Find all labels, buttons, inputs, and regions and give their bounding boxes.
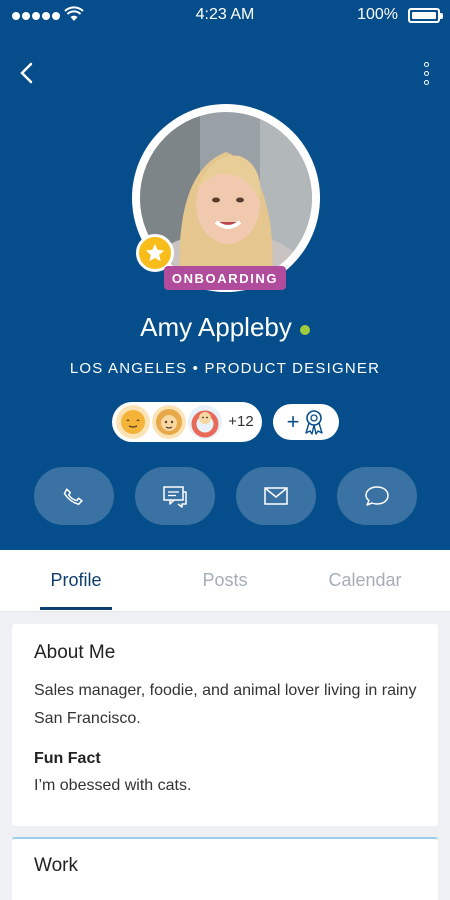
- lifebuoy-badge-icon: [188, 405, 222, 439]
- chevron-left-icon: [20, 62, 33, 84]
- star-icon: [145, 243, 165, 262]
- message-button[interactable]: [135, 467, 215, 525]
- emoji-badge-icon: [116, 405, 150, 439]
- tab-posts[interactable]: Posts: [190, 550, 260, 612]
- email-button[interactable]: [236, 467, 316, 525]
- badge-avatar: [116, 405, 150, 439]
- profile-tabs: Profile Posts Calendar: [0, 550, 450, 612]
- profile-name-row: Amy Appleby: [0, 312, 450, 343]
- battery-icon: [408, 8, 443, 23]
- comment-button[interactable]: [337, 467, 417, 525]
- about-text: Sales manager, foodie, and animal lover …: [34, 682, 417, 727]
- mail-icon: [264, 487, 288, 505]
- badge-avatar: [188, 405, 222, 439]
- fun-fact-title: Fun Fact: [34, 750, 101, 767]
- chat-icon: [163, 486, 187, 508]
- back-button[interactable]: [12, 58, 42, 88]
- more-dots-icon: [423, 61, 429, 67]
- award-ribbon-icon: [305, 410, 324, 435]
- badge-avatar: [152, 405, 186, 439]
- battery-percent: 100%: [357, 6, 398, 23]
- plus-label: +: [286, 409, 300, 434]
- lion-badge-icon: [152, 405, 186, 439]
- status-badge: ONBOARDING: [164, 266, 286, 290]
- profile-name: Amy Appleby: [140, 312, 292, 342]
- work-title: Work: [34, 855, 78, 876]
- more-options-button[interactable]: [414, 58, 438, 88]
- about-title: About Me: [34, 642, 116, 663]
- online-indicator: [299, 324, 310, 335]
- work-card: Work: [12, 837, 438, 900]
- tab-profile[interactable]: Profile: [40, 550, 112, 612]
- add-award-button[interactable]: +: [273, 404, 339, 440]
- status-bar: 4:23 AM 100%: [0, 0, 450, 32]
- fun-fact-text: I’m obessed with cats.: [34, 777, 192, 794]
- phone-icon: [63, 488, 83, 506]
- tab-calendar[interactable]: Calendar: [318, 550, 412, 612]
- profile-subtitle: LOS ANGELES • PRODUCT DESIGNER: [69, 360, 381, 377]
- speech-bubble-icon: [365, 486, 389, 506]
- about-card: About Me Sales manager, foodie, and anim…: [12, 624, 438, 826]
- badge-count: +12: [228, 413, 254, 430]
- call-button[interactable]: [34, 467, 114, 525]
